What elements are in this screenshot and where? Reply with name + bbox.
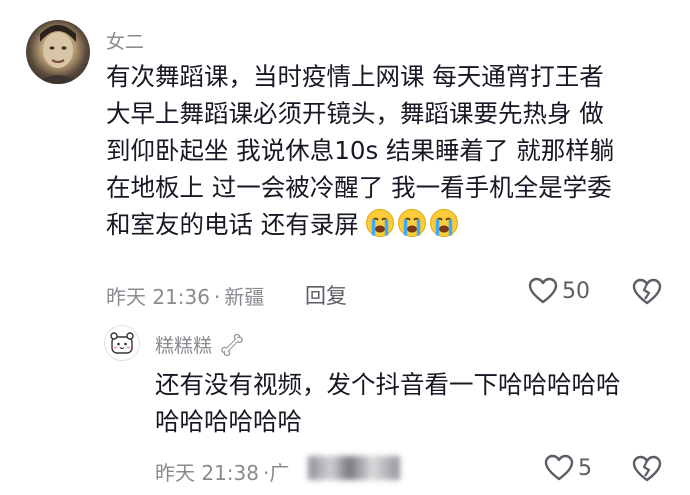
- comment-text-line: 有次舞蹈课，当时疫情上网课 每天通宵打王者: [106, 62, 604, 91]
- broken-heart-icon: [632, 278, 662, 305]
- reply-dislike-button[interactable]: [632, 455, 662, 487]
- comment-meta: 昨天 21:36 · 新疆: [106, 281, 268, 310]
- avatar-face-icon: [36, 25, 80, 84]
- heart-icon: [544, 454, 574, 481]
- comment-location: 新疆: [224, 285, 265, 309]
- comment-username[interactable]: 女二: [106, 27, 144, 54]
- reply-time: 昨天 21:38: [155, 461, 259, 485]
- like-button[interactable]: 50: [528, 277, 590, 305]
- crying-face-icon: [365, 209, 394, 237]
- heart-icon: [528, 277, 558, 304]
- user-avatar[interactable]: [26, 20, 90, 84]
- reply-like-count: 5: [578, 455, 592, 481]
- meta-separator: ·: [214, 285, 221, 309]
- comment-text-line: 和室友的电话 还有录屏: [106, 206, 614, 248]
- crying-face-icon: [397, 209, 426, 237]
- emoji-group: [365, 208, 461, 248]
- comment-text-line: 在地板上 过一会被冷醒了 我一看手机全是学委: [106, 173, 612, 202]
- bone-icon: [221, 333, 243, 357]
- like-count: 50: [562, 278, 590, 304]
- reply-text-line: 还有没有视频，发个抖音看一下哈哈哈哈哈: [155, 370, 621, 399]
- reply-username[interactable]: 糕糕糕: [155, 331, 244, 358]
- reply-button[interactable]: 回复: [305, 280, 347, 310]
- broken-heart-icon: [632, 455, 662, 482]
- reply-text: 还有没有视频，发个抖音看一下哈哈哈哈哈 哈哈哈哈哈哈: [155, 366, 621, 440]
- reply-username-text: 糕糕糕: [155, 335, 213, 357]
- redacted-overlay: [308, 456, 400, 480]
- crying-face-icon: [429, 209, 458, 237]
- reply-like-button[interactable]: 5: [544, 454, 592, 482]
- cartoon-avatar-icon: [110, 332, 134, 354]
- reply-avatar[interactable]: [104, 325, 140, 361]
- reply-text-line: 哈哈哈哈哈哈: [155, 407, 302, 436]
- reply-location: ·广: [263, 461, 290, 485]
- comment-time: 昨天 21:36: [106, 285, 210, 309]
- reply-meta: 昨天 21:38 ·广: [155, 457, 293, 486]
- comment-text-segment: 和室友的电话 还有录屏: [106, 210, 359, 239]
- comment-text-line: 大早上舞蹈课必须开镜头，舞蹈课要先热身 做: [106, 99, 604, 128]
- comment-text: 有次舞蹈课，当时疫情上网课 每天通宵打王者 大早上舞蹈课必须开镜头，舞蹈课要先热…: [106, 58, 614, 248]
- dislike-button[interactable]: [632, 278, 662, 310]
- comment-text-line: 到仰卧起坐 我说休息10s 结果睡着了 就那样躺: [106, 136, 615, 165]
